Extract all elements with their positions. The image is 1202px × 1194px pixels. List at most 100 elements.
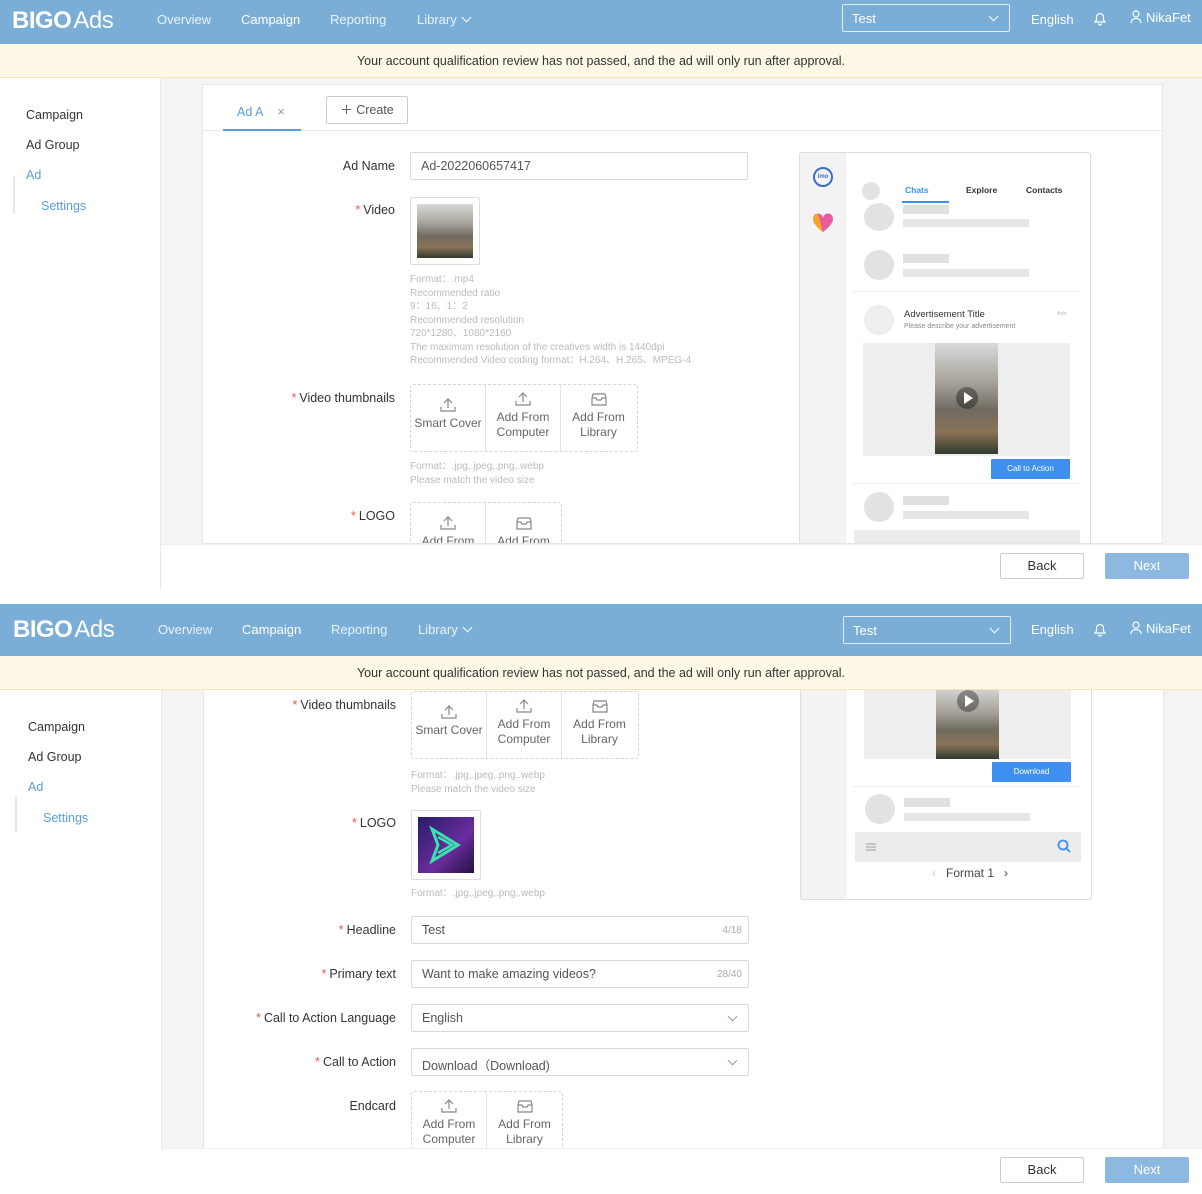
chevron-down-icon bbox=[727, 1055, 738, 1066]
back-button[interactable]: Back bbox=[1000, 1157, 1084, 1183]
logo-thumbnail[interactable] bbox=[411, 810, 481, 880]
upload-icon bbox=[441, 1099, 457, 1113]
logo-image-icon bbox=[418, 817, 474, 873]
upload-icon bbox=[440, 516, 456, 530]
preview-search-bar bbox=[854, 530, 1080, 543]
chat-name-placeholder bbox=[903, 205, 949, 214]
tab-explore[interactable]: Explore bbox=[966, 185, 997, 195]
top-nav: BIGOAds Overview Campaign Reporting Libr… bbox=[0, 604, 1202, 656]
sidebar-item-settings[interactable]: Settings bbox=[43, 811, 88, 825]
endcard-add-from-library-button[interactable]: Add From Library bbox=[487, 1092, 562, 1149]
bigo-ads-logo[interactable]: BIGOAds bbox=[13, 616, 115, 644]
play-icon[interactable] bbox=[957, 690, 979, 712]
tab-underline bbox=[902, 201, 949, 203]
divider bbox=[852, 291, 1080, 292]
nav-overview[interactable]: Overview bbox=[157, 12, 211, 27]
user-menu[interactable]: NikaFet bbox=[1130, 10, 1191, 25]
menu-icon bbox=[866, 843, 876, 851]
thumbnail-upload-box: Smart Cover Add From Computer Add From L… bbox=[410, 384, 638, 452]
back-button[interactable]: Back bbox=[1000, 553, 1084, 579]
cta-label: * Call to Action bbox=[315, 1055, 396, 1069]
logo-upload-box: Add From Add From bbox=[410, 502, 562, 543]
smart-cover-button[interactable]: Smart Cover bbox=[412, 692, 487, 758]
library-box-icon bbox=[515, 517, 532, 530]
cta-language-select[interactable]: English bbox=[411, 1004, 749, 1032]
headline-input[interactable]: Test 4/18 bbox=[411, 916, 749, 944]
bell-icon[interactable] bbox=[1092, 621, 1108, 637]
footer-bar: Back Next bbox=[161, 1148, 1202, 1194]
language-switch[interactable]: English bbox=[1031, 12, 1074, 27]
account-select[interactable]: Test bbox=[842, 4, 1010, 32]
heart-icon bbox=[812, 213, 834, 232]
chevron-right-icon[interactable]: › bbox=[1004, 866, 1008, 880]
sidebar-item-ad-group[interactable]: Ad Group bbox=[26, 138, 80, 152]
headline-counter: 4/18 bbox=[722, 925, 742, 936]
ad-preview-phone: Download ‹ Format 1 › bbox=[800, 690, 1092, 900]
add-from-library-button[interactable]: Add From Library bbox=[561, 385, 636, 451]
sidebar-item-ad[interactable]: Ad bbox=[28, 780, 43, 794]
footer-bar: Back Next bbox=[161, 544, 1202, 590]
ad-avatar bbox=[864, 305, 894, 335]
bell-icon[interactable] bbox=[1092, 10, 1108, 26]
chevron-down-icon bbox=[461, 12, 472, 23]
nav-campaign[interactable]: Campaign bbox=[242, 622, 301, 637]
sidebar-item-campaign[interactable]: Campaign bbox=[26, 108, 83, 122]
download-cta-button[interactable]: Download bbox=[992, 762, 1071, 782]
tab-chats[interactable]: Chats bbox=[905, 185, 929, 195]
ad-video-frame bbox=[864, 690, 1071, 759]
user-menu[interactable]: NikaFet bbox=[1130, 621, 1191, 636]
chat-msg-placeholder bbox=[903, 269, 1029, 277]
smart-cover-button[interactable]: Smart Cover bbox=[411, 385, 486, 451]
chevron-down-icon bbox=[989, 623, 1000, 634]
nav-library[interactable]: Library bbox=[418, 622, 473, 637]
account-select[interactable]: Test bbox=[843, 616, 1011, 644]
user-icon bbox=[1130, 10, 1142, 24]
endcard-add-from-computer-button[interactable]: Add From Computer bbox=[412, 1092, 487, 1149]
add-from-library-button[interactable]: Add From Library bbox=[562, 692, 637, 758]
next-button[interactable]: Next bbox=[1105, 553, 1189, 579]
chat-name-placeholder bbox=[903, 496, 949, 505]
play-icon[interactable] bbox=[956, 387, 978, 409]
sidebar-item-ad-group[interactable]: Ad Group bbox=[28, 750, 82, 764]
sidebar-item-settings[interactable]: Settings bbox=[41, 199, 86, 213]
preview-search-bar bbox=[855, 832, 1081, 862]
nav-campaign[interactable]: Campaign bbox=[241, 12, 300, 27]
divider bbox=[853, 786, 1081, 787]
logo-format-hint: Format：.jpg,.jpeg,.png,.webp bbox=[411, 888, 545, 899]
nav-reporting[interactable]: Reporting bbox=[331, 622, 387, 637]
primary-text-input[interactable]: Want to make amazing videos? 28/40 bbox=[411, 960, 749, 988]
video-format-hint: Format：.mp4 Recommended ratio 9：16、1：2 R… bbox=[410, 274, 692, 366]
screen-separator bbox=[0, 590, 1202, 604]
screen-top: BIGOAds Overview Campaign Reporting Libr… bbox=[0, 0, 1202, 590]
call-to-action-button[interactable]: Call to Action bbox=[991, 459, 1070, 479]
chat-name-placeholder bbox=[904, 798, 950, 807]
search-icon[interactable] bbox=[1057, 839, 1071, 853]
ad-title: Advertisement Title bbox=[904, 309, 985, 320]
logo-add-from-library-button[interactable]: Add From bbox=[486, 503, 561, 543]
chevron-left-icon[interactable]: ‹ bbox=[932, 866, 936, 880]
nav-library[interactable]: Library bbox=[417, 12, 472, 27]
user-icon bbox=[1130, 621, 1142, 635]
sidebar-item-ad[interactable]: Ad bbox=[26, 168, 41, 182]
add-from-computer-button[interactable]: Add From Computer bbox=[487, 692, 562, 758]
bigo-ads-logo[interactable]: BIGOAds bbox=[12, 7, 114, 35]
screen-bottom: BIGOAds Overview Campaign Reporting Libr… bbox=[0, 604, 1202, 1194]
nav-overview[interactable]: Overview bbox=[158, 622, 212, 637]
qualification-notice: Your account qualification review has no… bbox=[0, 656, 1202, 690]
close-icon[interactable]: × bbox=[277, 105, 284, 119]
tab-contacts[interactable]: Contacts bbox=[1026, 185, 1062, 195]
video-thumbnail[interactable] bbox=[410, 197, 480, 265]
logo-add-from-computer-button[interactable]: Add From bbox=[411, 503, 486, 543]
ad-name-input[interactable]: Ad-2022060657417 bbox=[410, 152, 748, 180]
sidebar-item-campaign[interactable]: Campaign bbox=[28, 720, 85, 734]
next-button[interactable]: Next bbox=[1105, 1157, 1189, 1183]
ad-name-label: Ad Name bbox=[342, 159, 395, 173]
create-button[interactable]: ＋ Create bbox=[326, 96, 408, 124]
chat-avatar bbox=[864, 492, 894, 522]
add-from-computer-button[interactable]: Add From Computer bbox=[486, 385, 561, 451]
chat-name-placeholder bbox=[903, 254, 949, 263]
cta-select[interactable]: Download（Download) bbox=[411, 1048, 749, 1076]
nav-reporting[interactable]: Reporting bbox=[330, 12, 386, 27]
tab-ad-a[interactable]: Ad A × bbox=[223, 105, 301, 131]
language-switch[interactable]: English bbox=[1031, 622, 1074, 637]
